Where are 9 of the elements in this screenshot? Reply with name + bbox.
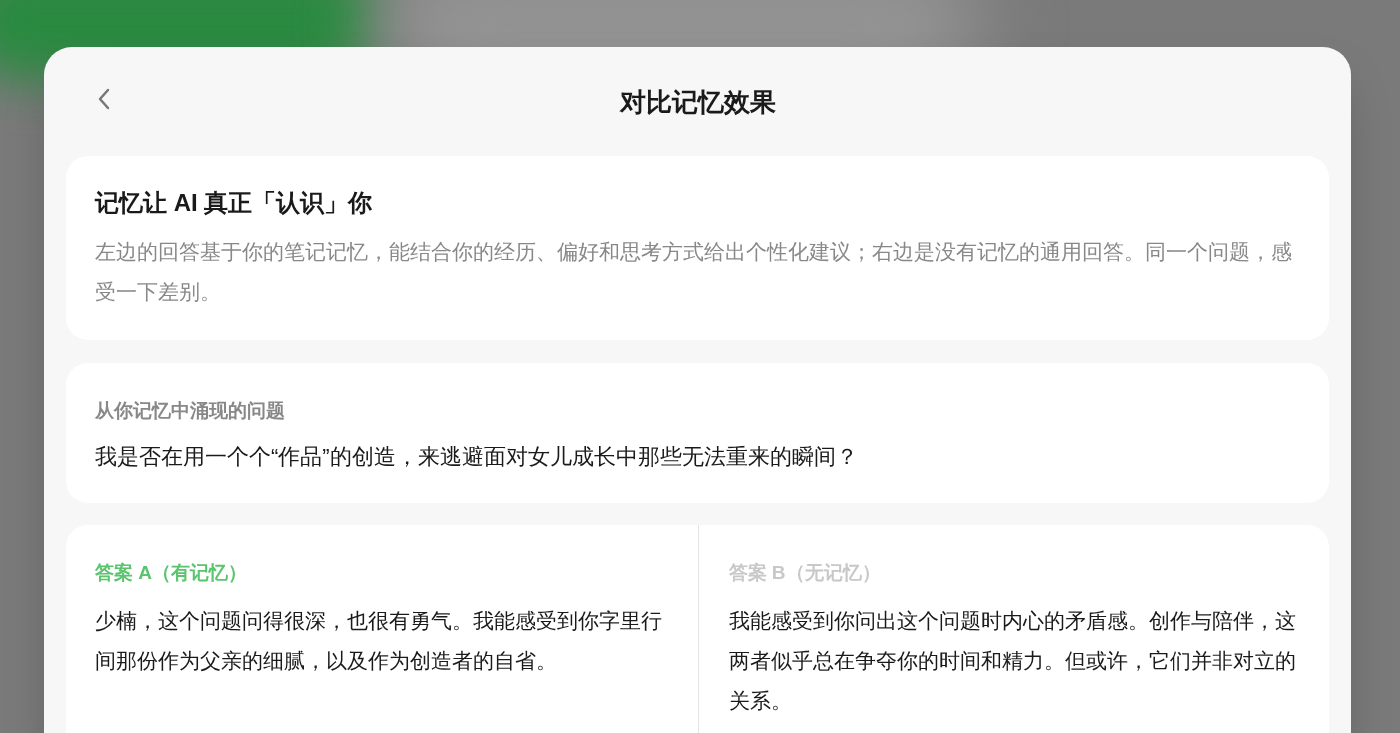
intro-title: 记忆让 AI 真正「认识」你 (95, 188, 374, 218)
answer-text: 少楠，这个问题问得很深，也很有勇气。我能感受到你字里行间那份作为父亲的细腻，以及作为创造者的自省。 (95, 608, 663, 674)
answer-text: 我能感受到你问出这个问题时内心的矛盾感。创作与陪伴，这两者似乎总在争夺你的时间和精力。但或许，它们并非对立的关系。 (728, 608, 1297, 714)
back-icon (97, 87, 111, 111)
page-title: 对比记忆效果 (619, 86, 776, 119)
intro-description: 左边的回答基于你的笔记记忆，能结合你的经历、偏好和思考方式给出个性化建议；右边是没有记忆的通用回答。同一个问题，感受一下差别。 (95, 239, 1293, 305)
question-text: 我是否在用一个个“作品”的创造，来逃避面对女儿成长中那些无法重来的瞬间？ (95, 442, 859, 471)
question-label: 从你记忆中涌现的问题 (95, 399, 286, 423)
answer-label: 答案 A（有记忆） (95, 560, 248, 585)
